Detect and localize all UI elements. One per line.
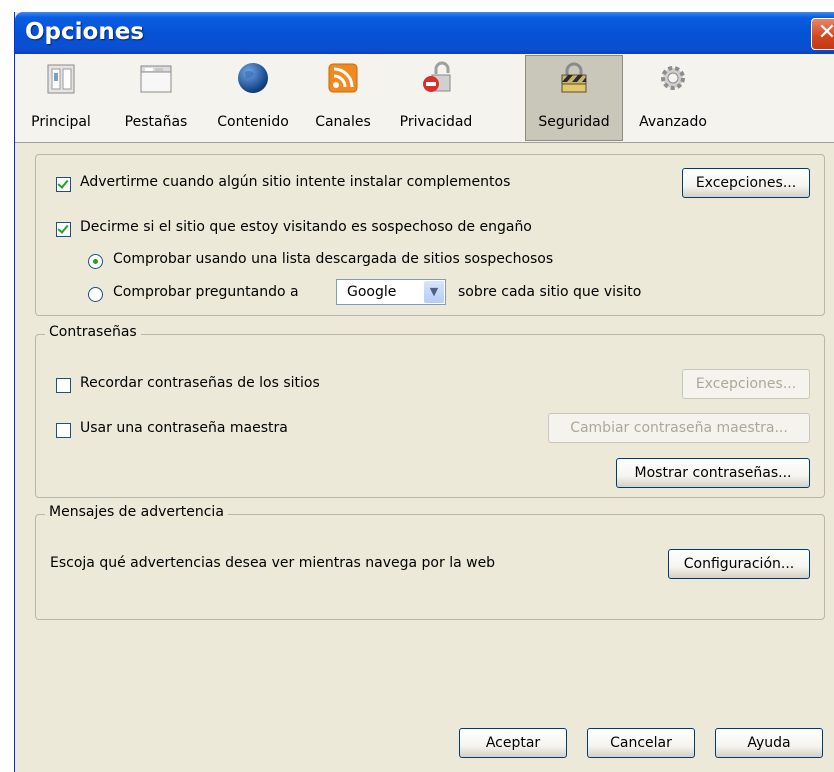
master-password-label: Usar una contraseña maestra	[80, 420, 288, 436]
warnings-description: Escoja qué advertencias desea ver mientr…	[50, 555, 496, 571]
warning-settings-button[interactable]: Configuración...	[668, 549, 810, 579]
passwords-group: Contraseñas Recordar contraseñas de los …	[35, 324, 825, 498]
warn-addons-checkbox[interactable]	[56, 177, 71, 192]
title-bar[interactable]: Opciones ✕	[15, 12, 834, 54]
close-button[interactable]: ✕	[811, 18, 834, 50]
provider-select-value: Google	[347, 284, 397, 300]
category-toolbar: Principal Pestañas Contenido Canales Pri…	[15, 54, 834, 143]
tab-label: Seguridad	[538, 114, 610, 130]
addon-exceptions-button[interactable]: Excepciones...	[682, 168, 810, 198]
help-button[interactable]: Ayuda	[715, 728, 823, 758]
tabs-window-icon	[140, 65, 172, 93]
globe-icon	[238, 63, 268, 93]
options-dialog: Opciones ✕ Principal Pestañas Contenido …	[14, 12, 834, 772]
tab-contenido[interactable]: Contenido	[205, 56, 301, 140]
check-ask-label: Comprobar preguntando a	[113, 284, 299, 300]
remember-passwords-label: Recordar contraseñas de los sitios	[80, 375, 320, 391]
window-title: Opciones	[25, 19, 144, 45]
privacy-lock-icon	[423, 61, 451, 92]
phishing-label: Decirme si el sitio que estoy visitando …	[80, 219, 532, 235]
tab-label: Canales	[315, 114, 371, 130]
cancel-button[interactable]: Cancelar	[587, 728, 695, 758]
tab-seguridad[interactable]: Seguridad	[525, 55, 623, 141]
tab-label: Pestañas	[124, 114, 188, 130]
tab-privacidad[interactable]: Privacidad	[385, 56, 487, 140]
chevron-down-icon[interactable]: ▼	[424, 281, 444, 303]
tab-label: Avanzado	[639, 114, 707, 130]
tab-pestanas[interactable]: Pestañas	[107, 56, 205, 140]
phishing-checkbox[interactable]	[56, 222, 71, 237]
tab-label: Principal	[31, 114, 91, 130]
master-password-checkbox[interactable]	[56, 423, 71, 438]
warn-addons-label: Advertirme cuando algún sitio intente in…	[80, 174, 511, 190]
rss-feed-icon	[328, 63, 358, 93]
tab-label: Privacidad	[399, 114, 473, 130]
switch-icon	[47, 64, 75, 94]
provider-select[interactable]: Google ▼	[336, 279, 446, 305]
tab-principal[interactable]: Principal	[15, 56, 107, 140]
tab-label: Contenido	[217, 114, 289, 130]
change-master-password-button[interactable]: Cambiar contraseña maestra...	[548, 413, 810, 443]
accept-button[interactable]: Aceptar	[459, 728, 567, 758]
check-ask-radio[interactable]	[88, 287, 103, 302]
warnings-group: Mensajes de advertencia Escoja qué adver…	[35, 504, 825, 620]
show-passwords-button[interactable]: Mostrar contraseñas...	[616, 458, 810, 488]
tab-avanzado[interactable]: Avanzado	[627, 56, 719, 140]
passwords-legend: Contraseñas	[45, 324, 141, 340]
warnings-legend: Mensajes de advertencia	[45, 504, 228, 520]
check-ask-suffix: sobre cada sitio que visito	[458, 284, 642, 300]
padlock-icon	[561, 62, 587, 93]
check-list-label: Comprobar usando una lista descargada de…	[113, 251, 554, 267]
password-exceptions-button[interactable]: Excepciones...	[682, 369, 810, 399]
tab-canales[interactable]: Canales	[301, 56, 385, 140]
remember-passwords-checkbox[interactable]	[56, 378, 71, 393]
check-list-radio[interactable]	[88, 254, 103, 269]
gear-icon	[661, 66, 685, 90]
security-group: Advertirme cuando algún sitio intente in…	[35, 154, 825, 316]
